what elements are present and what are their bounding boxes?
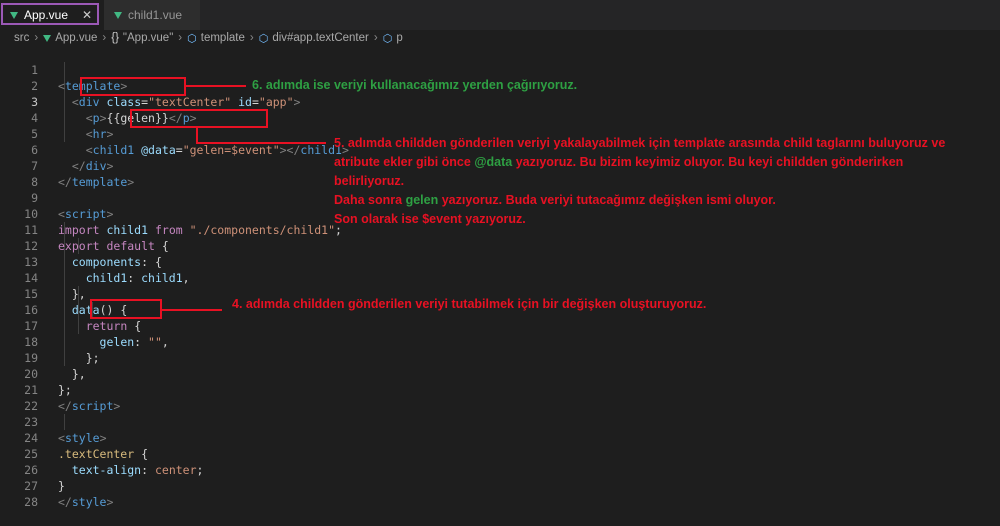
- annotation-step5-line: Son olarak ise $event yazıyoruz.: [334, 212, 526, 226]
- chevron-right-icon: ›: [249, 32, 254, 44]
- code-line: 20 };: [0, 350, 1000, 397]
- annotation-step5-line: atribute ekler gibi önce @data yazıyoruz…: [334, 155, 904, 169]
- braces-icon: {}: [111, 32, 119, 44]
- tab-label: child1.vue: [128, 8, 183, 22]
- annotation-step5-line: belirliyoruz.: [334, 174, 405, 188]
- vue-file-icon: [43, 34, 52, 42]
- breadcrumb-file[interactable]: App.vue: [55, 32, 97, 44]
- vue-file-icon: [114, 11, 122, 19]
- code-editor[interactable]: 1 <template> 2 <div class="textCenter" i…: [0, 46, 1000, 509]
- highlight-box-data-event: [130, 109, 268, 128]
- code-line: 14 },: [0, 254, 1000, 301]
- code-line: 19 },: [0, 334, 1000, 381]
- highlight-data: @data: [474, 155, 513, 169]
- annotation-step5-line: Daha sonra gelen yazıyoruz. Buda veriyi …: [334, 193, 776, 207]
- highlight-box-gelen-output: [80, 77, 186, 96]
- line-number: 28: [24, 495, 38, 509]
- annotation-step6: 6. adımda ise veriyi kullanacağımız yerd…: [252, 78, 578, 92]
- code-line: 23 <style>: [0, 398, 1000, 445]
- code-line: 1 <template>: [0, 46, 1000, 93]
- tab-highlight-box: [1, 3, 99, 25]
- code-line: 25 text-align: center;: [0, 430, 1000, 477]
- code-line: 24 .textCenter {: [0, 414, 1000, 461]
- highlight-gelen: gelen: [405, 193, 439, 207]
- code-line: 26 }: [0, 446, 1000, 493]
- leader-line: [196, 142, 326, 144]
- code-line: 13 child1: child1,: [0, 238, 1000, 285]
- code-line: 4 <hr>: [0, 94, 1000, 141]
- highlight-box-gelen-var: [90, 299, 162, 319]
- chevron-right-icon: ›: [178, 32, 183, 44]
- breadcrumb-script[interactable]: "App.vue": [123, 32, 173, 44]
- tab-child1-vue[interactable]: child1.vue: [104, 0, 200, 30]
- annotation-step5: 5. adımda childden gönderilen veriyi yak…: [334, 134, 989, 229]
- breadcrumb: src › App.vue › {} "App.vue" › ⬡ templat…: [0, 30, 1000, 46]
- code-token: style: [71, 495, 107, 509]
- code-line: 27 </style>: [0, 462, 1000, 509]
- cube-icon: ⬡: [382, 32, 393, 45]
- breadcrumb-template[interactable]: template: [201, 32, 245, 44]
- code-line: 22: [0, 382, 1000, 413]
- code-line: 18 };: [0, 318, 1000, 365]
- breadcrumb-p[interactable]: p: [396, 32, 402, 44]
- leader-line: [162, 309, 222, 311]
- chevron-right-icon: ›: [34, 32, 39, 44]
- leader-line: [186, 85, 246, 87]
- breadcrumb-src[interactable]: src: [14, 32, 29, 44]
- chevron-right-icon: ›: [102, 32, 107, 44]
- annotation-step4: 4. adımda childden gönderilen veriyi tut…: [232, 297, 707, 311]
- annotation-step5-line: 5. adımda childden gönderilen veriyi yak…: [334, 136, 946, 150]
- cube-icon: ⬡: [187, 32, 197, 45]
- tab-bar: App.vue ✕ child1.vue: [0, 0, 1000, 30]
- breadcrumb-div[interactable]: div#app.textCenter: [272, 32, 369, 44]
- chevron-right-icon: ›: [373, 32, 378, 44]
- cube-icon: ⬡: [258, 32, 269, 45]
- code-line: 15 data() {: [0, 270, 1000, 317]
- code-line: 28: [0, 478, 1000, 509]
- code-line: 21 </script>: [0, 366, 1000, 413]
